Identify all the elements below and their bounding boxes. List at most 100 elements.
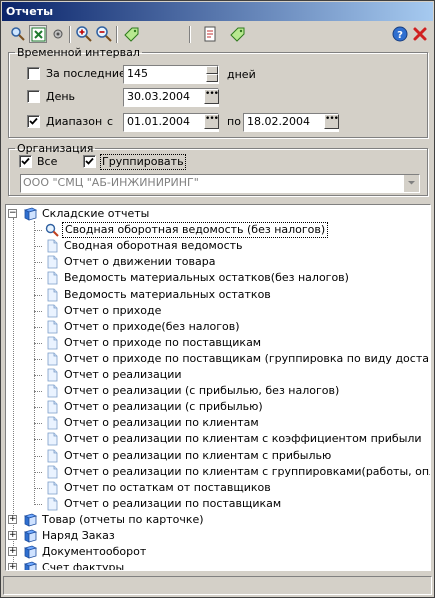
- tree-node[interactable]: Отчет о реализации по клиентам: [6, 415, 426, 431]
- tree-node[interactable]: + Счет фактуры: [6, 560, 426, 571]
- zoom-out-icon[interactable]: [95, 25, 113, 43]
- tree-node[interactable]: + Документооборот: [6, 544, 426, 560]
- last-days-spinner[interactable]: [206, 66, 218, 82]
- window-title: Отчеты: [6, 5, 54, 18]
- tree-node[interactable]: Сводная оборотная ведомость: [6, 238, 426, 254]
- tree-node[interactable]: Отчет о реализации: [6, 367, 426, 383]
- help-icon[interactable]: ?: [391, 25, 409, 43]
- tree-node[interactable]: + Наряд Заказ: [6, 528, 426, 544]
- day-picker-button[interactable]: •••: [204, 89, 219, 104]
- tree-node-label: Отчет о приходе по поставщикам: [64, 335, 262, 349]
- range-from-label: с: [107, 115, 114, 128]
- tree-node-label: Товар (отчеты по карточке): [42, 512, 204, 526]
- group-label[interactable]: Группировать: [100, 154, 186, 170]
- toolbar-separator: [69, 26, 71, 43]
- group-checkbox[interactable]: [83, 155, 96, 168]
- organization-legend: Организация: [17, 142, 94, 155]
- tree-node[interactable]: Отчет о приходе по поставщикам (группиро…: [6, 351, 430, 367]
- tree-node-label: Счет фактуры: [42, 561, 125, 571]
- document-icon: [44, 254, 60, 270]
- toolbar: ?: [3, 23, 432, 47]
- tree-node-label: Сводная оборотная ведомость: [64, 239, 243, 253]
- all-orgs-checkbox[interactable]: [19, 155, 32, 168]
- document-icon: [44, 303, 60, 319]
- document-icon: [44, 383, 60, 399]
- tree-node[interactable]: + Товар (отчеты по карточке): [6, 512, 426, 528]
- day-checkbox[interactable]: [27, 90, 40, 103]
- document-icon: [44, 270, 60, 286]
- expand-icon[interactable]: +: [8, 514, 17, 524]
- title-bar: Отчеты: [2, 2, 433, 21]
- tree-node-label: Отчет о реализации по поставщикам: [64, 496, 282, 510]
- document-icon: [44, 287, 60, 303]
- document-icon: [44, 238, 60, 254]
- book-icon: [22, 544, 38, 560]
- tree-node[interactable]: Отчет о реализации по клиентам с прибыль…: [6, 448, 426, 464]
- expand-icon[interactable]: +: [8, 563, 17, 570]
- range-checkbox[interactable]: [27, 115, 40, 128]
- settings-icon[interactable]: [49, 25, 67, 43]
- tree-node-label: Отчет о движении товара: [64, 255, 216, 269]
- organization-select[interactable]: ООО "СМЦ "АБ-ИНЖИНИРИНГ": [20, 174, 420, 193]
- zoom-in-icon[interactable]: [75, 25, 93, 43]
- range-from-value: 01.01.2004: [127, 115, 190, 128]
- tree-node[interactable]: Отчет о реализации по поставщикам: [6, 496, 426, 512]
- tree-node[interactable]: Отчет о приходе(без налогов): [6, 319, 426, 335]
- svg-text:?: ?: [397, 30, 403, 41]
- close-icon[interactable]: [411, 25, 429, 43]
- tree-node[interactable]: Отчет по остаткам от поставщиков: [6, 480, 426, 496]
- expand-icon[interactable]: +: [8, 531, 17, 540]
- tree-node[interactable]: − Складские отчеты: [6, 206, 426, 222]
- tree-node-label: Отчет о реализации по клиентам с группир…: [64, 464, 431, 478]
- document-icon: [44, 431, 60, 447]
- tree-node[interactable]: Отчет о реализации (с прибылью, без нало…: [6, 383, 426, 399]
- tree-node-label: Отчет о реализации: [64, 368, 182, 381]
- tree-node-label: Наряд Заказ: [42, 529, 115, 542]
- status-bar: [3, 576, 432, 595]
- tree-node[interactable]: Ведомость материальных остатков(без нало…: [6, 270, 426, 286]
- expand-icon[interactable]: +: [8, 547, 17, 557]
- document-icon: [44, 351, 60, 367]
- preview-icon[interactable]: [9, 25, 27, 43]
- last-days-input[interactable]: 145: [123, 65, 219, 84]
- tag-green-icon[interactable]: [229, 25, 247, 43]
- tree-node[interactable]: Отчет о реализации по клиентам с коэффиц…: [6, 431, 426, 447]
- tree-node-label: Складские отчеты: [42, 207, 150, 220]
- tree-node[interactable]: Отчет о приходе по поставщикам: [6, 335, 426, 351]
- last-days-label: За последние: [46, 67, 126, 80]
- tree-node-label: Документооборот: [42, 545, 147, 559]
- report-search-icon: [44, 222, 60, 238]
- tag-green-icon[interactable]: [123, 25, 141, 43]
- document-icon: [44, 496, 60, 512]
- tree-node[interactable]: Отчет о реализации по клиентам с группир…: [6, 464, 430, 480]
- collapse-icon[interactable]: −: [8, 209, 17, 218]
- range-to-value: 18.02.2004: [247, 115, 310, 128]
- tree-node[interactable]: Отчет о движении товара: [6, 254, 426, 270]
- excel-export-icon[interactable]: [29, 25, 47, 43]
- report-doc-icon[interactable]: [201, 25, 219, 43]
- chevron-down-icon[interactable]: [404, 175, 419, 192]
- reports-tree[interactable]: − Складские отчеты Сводная оборотная ведом…: [5, 204, 431, 571]
- book-icon: [22, 512, 38, 528]
- tree-node-label: Отчет о реализации по клиентам: [64, 416, 259, 430]
- book-open-icon: [22, 206, 38, 222]
- range-label: Диапазон: [46, 115, 103, 128]
- tree-node[interactable]: Отчет о реализации (с прибылью): [6, 399, 426, 415]
- range-from-picker-button[interactable]: •••: [204, 114, 219, 129]
- tree-node[interactable]: Ведомость материальных остатков: [6, 287, 426, 303]
- tree-node-label: Отчет о реализации (с прибылью, без нало…: [64, 384, 340, 398]
- tree-node[interactable]: Отчет о приходе: [6, 303, 426, 319]
- tree-node-label: Отчет о приходе(без налогов): [64, 319, 240, 333]
- all-orgs-label: Все: [37, 155, 58, 168]
- reports-window: Отчеты ? Временной интервал За последние…: [0, 0, 435, 598]
- days-unit-label: дней: [227, 68, 256, 81]
- document-icon: [44, 367, 60, 383]
- tree-node-label: Отчет по остаткам от поставщиков: [64, 480, 271, 494]
- document-icon: [44, 480, 60, 496]
- document-icon: [44, 399, 60, 415]
- document-icon: [44, 415, 60, 431]
- book-icon: [22, 528, 38, 544]
- last-days-checkbox[interactable]: [27, 67, 40, 80]
- tree-node[interactable]: Сводная оборотная ведомость (без налогов…: [6, 222, 426, 239]
- range-to-picker-button[interactable]: •••: [324, 114, 339, 129]
